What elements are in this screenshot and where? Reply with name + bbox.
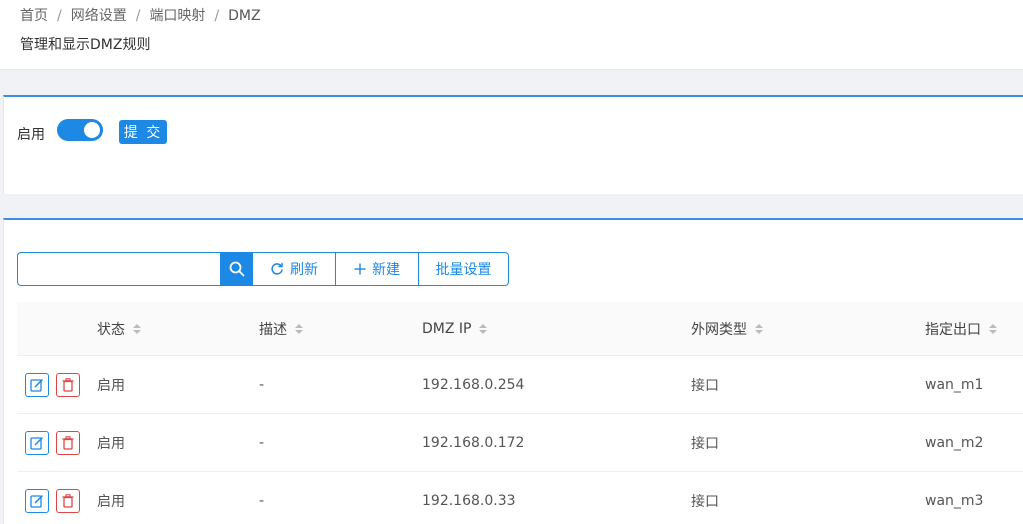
enable-toggle[interactable] (57, 119, 103, 141)
submit-button[interactable]: 提 交 (119, 120, 167, 144)
cell-dmz-ip: 192.168.0.33 (422, 492, 516, 509)
breadcrumb-separator: / (57, 8, 62, 24)
cell-wan-type: 接口 (691, 435, 719, 452)
column-header-outlet[interactable]: 指定出口 (925, 319, 997, 339)
cell-status: 启用 (97, 377, 125, 394)
cell-dmz-ip: 192.168.0.172 (422, 434, 525, 451)
delete-button[interactable] (56, 431, 80, 455)
table-row: 启用 - 192.168.0.172 接口 wan_m2 (17, 414, 1023, 472)
page-description: 管理和显示DMZ规则 (20, 37, 151, 53)
breadcrumb-home[interactable]: 首页 (20, 8, 48, 24)
plus-icon (354, 263, 366, 275)
breadcrumb-separator: / (214, 8, 220, 24)
sort-icon[interactable] (479, 323, 488, 334)
edit-icon (30, 436, 44, 450)
column-header-wan-type[interactable]: 外网类型 (691, 319, 763, 339)
column-header-status[interactable]: 状态 (97, 319, 141, 339)
column-dmz-ip-label: DMZ IP (422, 320, 472, 337)
breadcrumb-port-mapping[interactable]: 端口映射 (149, 8, 205, 24)
trash-icon (62, 436, 74, 450)
breadcrumb-network-settings[interactable]: 网络设置 (71, 8, 127, 24)
trash-icon (62, 378, 74, 392)
refresh-label: 刷新 (290, 262, 318, 278)
trash-icon (62, 494, 74, 508)
page-header: 首页 / 网络设置 / 端口映射 / DMZ 管理和显示DMZ规则 (0, 0, 1023, 70)
refresh-button[interactable]: 刷新 (253, 252, 336, 286)
new-button[interactable]: 新建 (336, 252, 419, 286)
breadcrumb-dmz: DMZ (228, 8, 261, 24)
cell-description: - (259, 434, 265, 451)
refresh-icon (271, 262, 283, 275)
cell-outlet: wan_m3 (925, 492, 984, 509)
delete-button[interactable] (56, 373, 80, 397)
table-header: 状态 描述 DMZ IP 外网类型 指定出口 (17, 302, 1023, 356)
rules-card: 刷新 新建 批量设置 状态 描述 DMZ IP 外网类型 指定出口 启用 - 1… (3, 218, 1023, 524)
cell-status: 启用 (97, 435, 125, 452)
sort-icon[interactable] (989, 323, 997, 334)
cell-description: - (259, 492, 265, 509)
table-row: 启用 - 192.168.0.33 接口 wan_m3 (17, 472, 1023, 524)
column-header-description[interactable]: 描述 (259, 319, 303, 339)
column-status-label: 状态 (97, 321, 125, 338)
cell-wan-type: 接口 (691, 493, 719, 510)
sort-icon[interactable] (133, 323, 141, 334)
search-input[interactable] (17, 252, 220, 286)
enable-label: 启用 (17, 127, 45, 143)
enable-card: 启用 提 交 (3, 95, 1023, 194)
column-wan-type-label: 外网类型 (691, 321, 747, 338)
edit-icon (30, 494, 44, 508)
edit-button[interactable] (25, 431, 49, 455)
edit-icon (30, 378, 44, 392)
breadcrumb-separator: / (135, 8, 141, 24)
batch-settings-button[interactable]: 批量设置 (419, 252, 509, 286)
toggle-knob (84, 122, 100, 138)
search-button[interactable] (220, 252, 253, 286)
cell-wan-type: 接口 (691, 377, 719, 394)
cell-dmz-ip: 192.168.0.254 (422, 376, 525, 393)
edit-button[interactable] (25, 373, 49, 397)
dmz-rules-table: 状态 描述 DMZ IP 外网类型 指定出口 启用 - 192.168.0.25… (17, 302, 1023, 524)
column-description-label: 描述 (259, 321, 287, 338)
cell-outlet: wan_m1 (925, 376, 984, 393)
edit-button[interactable] (25, 489, 49, 513)
cell-status: 启用 (97, 493, 125, 510)
table-row: 启用 - 192.168.0.254 接口 wan_m1 (17, 356, 1023, 414)
cell-description: - (259, 376, 265, 393)
new-label: 新建 (372, 262, 400, 278)
breadcrumb: 首页 / 网络设置 / 端口映射 / DMZ (20, 5, 261, 25)
sort-icon[interactable] (295, 323, 303, 334)
search-icon (229, 261, 244, 277)
toolbar: 刷新 新建 批量设置 (17, 252, 509, 286)
delete-button[interactable] (56, 489, 80, 513)
sort-icon[interactable] (755, 323, 763, 334)
column-outlet-label: 指定出口 (925, 321, 981, 338)
column-header-dmz-ip[interactable]: DMZ IP (422, 320, 488, 337)
cell-outlet: wan_m2 (925, 434, 984, 451)
